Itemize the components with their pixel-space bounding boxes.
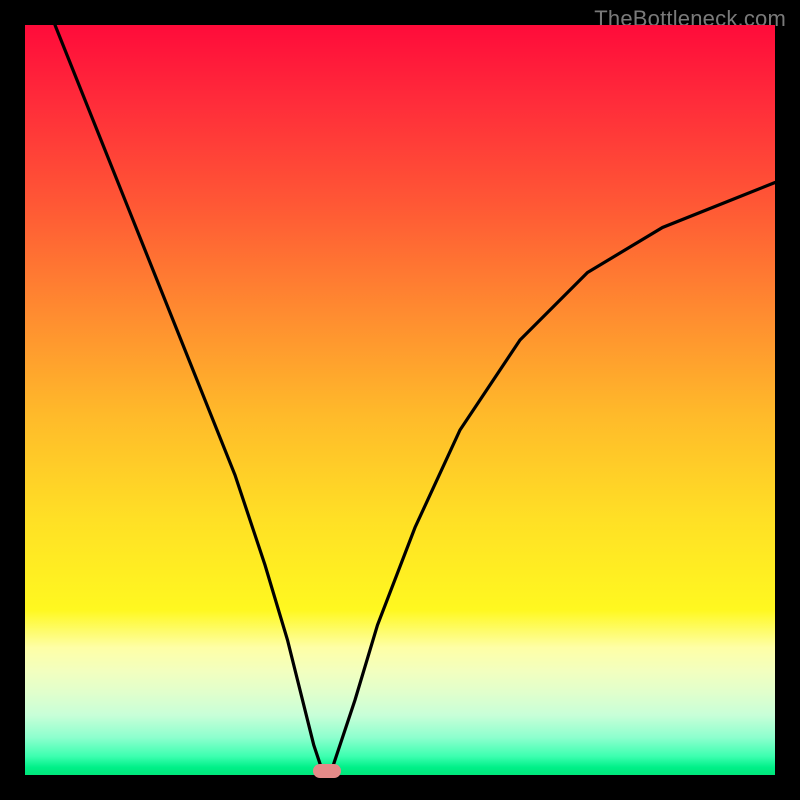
bottleneck-curve: [55, 25, 775, 775]
optimal-point-marker: [313, 764, 341, 778]
bottleneck-curve-svg: [25, 25, 775, 775]
